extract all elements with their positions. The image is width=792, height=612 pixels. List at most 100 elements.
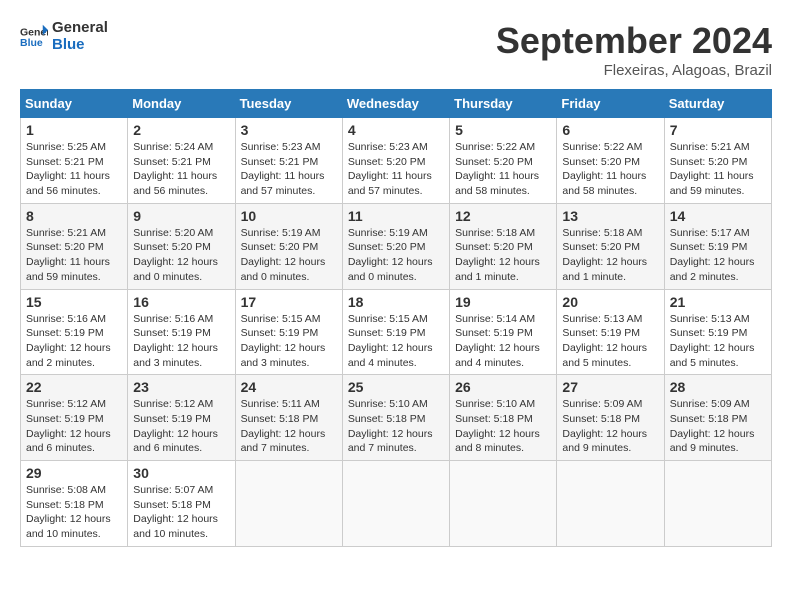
calendar-cell: 8 Sunrise: 5:21 AM Sunset: 5:20 PM Daylig… xyxy=(21,203,128,289)
day-number: 26 xyxy=(455,379,551,395)
calendar-cell: 28Sunrise: 5:09 AM Sunset: 5:18 PM Dayli… xyxy=(664,375,771,461)
day-number: 19 xyxy=(455,294,551,310)
month-title: September 2024 xyxy=(496,20,772,62)
day-info: Sunrise: 5:22 AM Sunset: 5:20 PM Dayligh… xyxy=(455,140,551,199)
calendar-cell: 2 Sunrise: 5:24 AM Sunset: 5:21 PM Daylig… xyxy=(128,118,235,204)
day-info: Sunrise: 5:09 AM Sunset: 5:18 PM Dayligh… xyxy=(562,397,658,456)
weekday-header-row: SundayMondayTuesdayWednesdayThursdayFrid… xyxy=(21,90,772,118)
day-info: Sunrise: 5:25 AM Sunset: 5:21 PM Dayligh… xyxy=(26,140,122,199)
day-info: Sunrise: 5:12 AM Sunset: 5:19 PM Dayligh… xyxy=(133,397,229,456)
day-number: 13 xyxy=(562,208,658,224)
calendar-cell: 29 Sunrise: 5:08 AM Sunset: 5:18 PM Dayli… xyxy=(21,461,128,547)
header: General Blue General Blue September 2024… xyxy=(20,20,772,79)
calendar-week-row: 22 Sunrise: 5:12 AM Sunset: 5:19 PM Dayli… xyxy=(21,375,772,461)
day-number: 22 xyxy=(26,379,122,395)
logo-blue: Blue xyxy=(52,36,85,53)
day-number: 5 xyxy=(455,122,551,138)
weekday-header-sunday: Sunday xyxy=(21,90,128,118)
calendar-cell: 19 Sunrise: 5:14 AM Sunset: 5:19 PM Dayli… xyxy=(450,289,557,375)
calendar-cell: 11 Sunrise: 5:19 AM Sunset: 5:20 PM Dayli… xyxy=(342,203,449,289)
day-info: Sunrise: 5:21 AM Sunset: 5:20 PM Dayligh… xyxy=(26,226,122,285)
day-info: Sunrise: 5:15 AM Sunset: 5:19 PM Dayligh… xyxy=(348,312,444,371)
day-info: Sunrise: 5:10 AM Sunset: 5:18 PM Dayligh… xyxy=(348,397,444,456)
day-info: Sunrise: 5:23 AM Sunset: 5:21 PM Dayligh… xyxy=(241,140,337,199)
day-number: 17 xyxy=(241,294,337,310)
day-number: 3 xyxy=(241,122,337,138)
day-number: 1 xyxy=(26,122,122,138)
calendar-week-row: 15 Sunrise: 5:16 AM Sunset: 5:19 PM Dayli… xyxy=(21,289,772,375)
calendar-cell xyxy=(557,461,664,547)
day-info: Sunrise: 5:12 AM Sunset: 5:19 PM Dayligh… xyxy=(26,397,122,456)
logo-icon: General Blue xyxy=(20,23,48,51)
logo-general: General xyxy=(52,19,108,36)
day-info: Sunrise: 5:15 AM Sunset: 5:19 PM Dayligh… xyxy=(241,312,337,371)
calendar-cell: 15Sunrise: 5:16 AM Sunset: 5:19 PM Dayli… xyxy=(21,289,128,375)
day-number: 10 xyxy=(241,208,337,224)
calendar-cell: 30Sunrise: 5:07 AM Sunset: 5:18 PM Dayli… xyxy=(128,461,235,547)
day-number: 18 xyxy=(348,294,444,310)
location: Flexeiras, Alagoas, Brazil xyxy=(496,62,772,79)
day-info: Sunrise: 5:18 AM Sunset: 5:20 PM Dayligh… xyxy=(455,226,551,285)
calendar-cell: 25 Sunrise: 5:10 AM Sunset: 5:18 PM Dayli… xyxy=(342,375,449,461)
day-number: 25 xyxy=(348,379,444,395)
day-number: 2 xyxy=(133,122,229,138)
day-number: 6 xyxy=(562,122,658,138)
day-number: 23 xyxy=(133,379,229,395)
day-number: 8 xyxy=(26,208,122,224)
day-number: 12 xyxy=(455,208,551,224)
calendar-table: SundayMondayTuesdayWednesdayThursdayFrid… xyxy=(20,89,772,547)
calendar-cell: 22 Sunrise: 5:12 AM Sunset: 5:19 PM Dayli… xyxy=(21,375,128,461)
calendar-cell: 7Sunrise: 5:21 AM Sunset: 5:20 PM Daylig… xyxy=(664,118,771,204)
day-number: 11 xyxy=(348,208,444,224)
day-info: Sunrise: 5:23 AM Sunset: 5:20 PM Dayligh… xyxy=(348,140,444,199)
day-info: Sunrise: 5:07 AM Sunset: 5:18 PM Dayligh… xyxy=(133,483,229,542)
weekday-header-wednesday: Wednesday xyxy=(342,90,449,118)
calendar-cell: 14 Sunrise: 5:17 AM Sunset: 5:19 PM Dayli… xyxy=(664,203,771,289)
calendar-cell xyxy=(664,461,771,547)
day-info: Sunrise: 5:19 AM Sunset: 5:20 PM Dayligh… xyxy=(241,226,337,285)
day-info: Sunrise: 5:14 AM Sunset: 5:19 PM Dayligh… xyxy=(455,312,551,371)
logo: General Blue General Blue xyxy=(20,20,108,53)
calendar-cell: 20Sunrise: 5:13 AM Sunset: 5:19 PM Dayli… xyxy=(557,289,664,375)
day-info: Sunrise: 5:10 AM Sunset: 5:18 PM Dayligh… xyxy=(455,397,551,456)
calendar-cell: 9Sunrise: 5:20 AM Sunset: 5:20 PM Daylig… xyxy=(128,203,235,289)
day-number: 24 xyxy=(241,379,337,395)
calendar-cell: 3 Sunrise: 5:23 AM Sunset: 5:21 PM Daylig… xyxy=(235,118,342,204)
calendar-cell: 10 Sunrise: 5:19 AM Sunset: 5:20 PM Dayli… xyxy=(235,203,342,289)
day-info: Sunrise: 5:13 AM Sunset: 5:19 PM Dayligh… xyxy=(562,312,658,371)
day-info: Sunrise: 5:11 AM Sunset: 5:18 PM Dayligh… xyxy=(241,397,337,456)
day-info: Sunrise: 5:18 AM Sunset: 5:20 PM Dayligh… xyxy=(562,226,658,285)
calendar-cell: 26 Sunrise: 5:10 AM Sunset: 5:18 PM Dayli… xyxy=(450,375,557,461)
calendar-cell: 6Sunrise: 5:22 AM Sunset: 5:20 PM Daylig… xyxy=(557,118,664,204)
day-info: Sunrise: 5:17 AM Sunset: 5:19 PM Dayligh… xyxy=(670,226,766,285)
day-info: Sunrise: 5:19 AM Sunset: 5:20 PM Dayligh… xyxy=(348,226,444,285)
calendar-week-row: 29 Sunrise: 5:08 AM Sunset: 5:18 PM Dayli… xyxy=(21,461,772,547)
svg-text:Blue: Blue xyxy=(20,36,43,48)
day-number: 14 xyxy=(670,208,766,224)
day-number: 15 xyxy=(26,294,122,310)
day-info: Sunrise: 5:21 AM Sunset: 5:20 PM Dayligh… xyxy=(670,140,766,199)
title-area: September 2024 Flexeiras, Alagoas, Brazi… xyxy=(496,20,772,79)
calendar-cell xyxy=(235,461,342,547)
calendar-cell: 1 Sunrise: 5:25 AM Sunset: 5:21 PM Daylig… xyxy=(21,118,128,204)
day-info: Sunrise: 5:20 AM Sunset: 5:20 PM Dayligh… xyxy=(133,226,229,285)
calendar-week-row: 1 Sunrise: 5:25 AM Sunset: 5:21 PM Daylig… xyxy=(21,118,772,204)
calendar-cell: 12 Sunrise: 5:18 AM Sunset: 5:20 PM Dayli… xyxy=(450,203,557,289)
day-number: 16 xyxy=(133,294,229,310)
weekday-header-saturday: Saturday xyxy=(664,90,771,118)
day-info: Sunrise: 5:24 AM Sunset: 5:21 PM Dayligh… xyxy=(133,140,229,199)
calendar-cell: 4Sunrise: 5:23 AM Sunset: 5:20 PM Daylig… xyxy=(342,118,449,204)
day-number: 21 xyxy=(670,294,766,310)
calendar-cell: 24 Sunrise: 5:11 AM Sunset: 5:18 PM Dayli… xyxy=(235,375,342,461)
weekday-header-thursday: Thursday xyxy=(450,90,557,118)
day-info: Sunrise: 5:08 AM Sunset: 5:18 PM Dayligh… xyxy=(26,483,122,542)
day-info: Sunrise: 5:16 AM Sunset: 5:19 PM Dayligh… xyxy=(133,312,229,371)
calendar-cell: 18 Sunrise: 5:15 AM Sunset: 5:19 PM Dayli… xyxy=(342,289,449,375)
calendar-cell: 5 Sunrise: 5:22 AM Sunset: 5:20 PM Daylig… xyxy=(450,118,557,204)
calendar-cell: 21 Sunrise: 5:13 AM Sunset: 5:19 PM Dayli… xyxy=(664,289,771,375)
day-info: Sunrise: 5:13 AM Sunset: 5:19 PM Dayligh… xyxy=(670,312,766,371)
calendar-cell: 23 Sunrise: 5:12 AM Sunset: 5:19 PM Dayli… xyxy=(128,375,235,461)
day-number: 29 xyxy=(26,465,122,481)
calendar-cell: 17 Sunrise: 5:15 AM Sunset: 5:19 PM Dayli… xyxy=(235,289,342,375)
weekday-header-friday: Friday xyxy=(557,90,664,118)
